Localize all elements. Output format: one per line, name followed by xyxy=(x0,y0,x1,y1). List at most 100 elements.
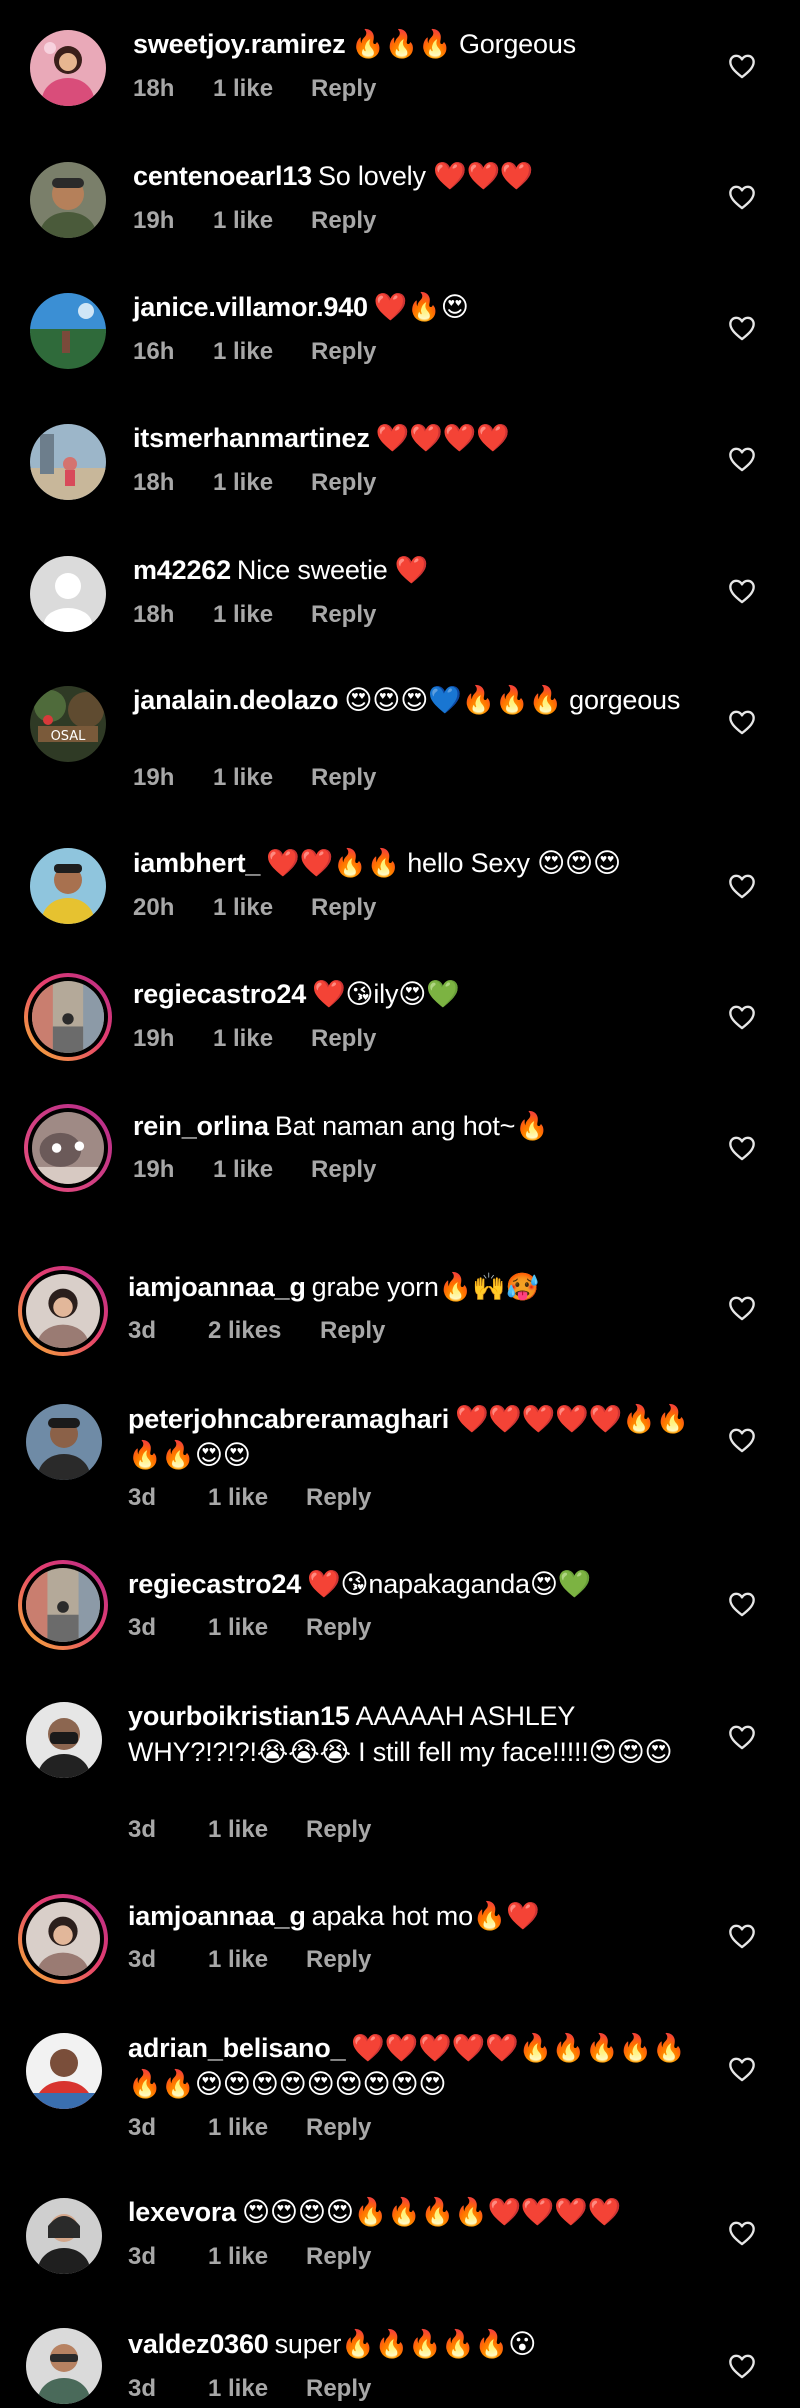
like-heart-icon[interactable] xyxy=(728,2353,756,2379)
like-heart-icon[interactable] xyxy=(728,315,756,341)
like-heart-icon[interactable] xyxy=(728,709,756,735)
comment-username[interactable]: itsmerhanmartinez xyxy=(133,423,370,453)
comment-username[interactable]: janice.villamor.940 xyxy=(133,292,368,322)
like-heart-icon[interactable] xyxy=(728,2220,756,2246)
comment-text: janalain.deolazo 😍😍😍💙🔥🔥🔥 gorgeous xyxy=(133,682,700,718)
reply-button[interactable]: Reply xyxy=(306,1613,371,1643)
reply-button[interactable]: Reply xyxy=(306,2113,371,2143)
comment-likes[interactable]: 1 like xyxy=(213,206,311,236)
reply-button[interactable]: Reply xyxy=(311,1024,376,1054)
avatar[interactable] xyxy=(26,1702,102,1778)
comment-likes[interactable]: 1 like xyxy=(213,1024,311,1054)
like-heart-icon[interactable] xyxy=(728,1135,756,1161)
avatar[interactable] xyxy=(30,30,106,106)
avatar[interactable] xyxy=(30,162,106,238)
avatar[interactable]: OSAL xyxy=(30,686,106,762)
comment-username[interactable]: lexevora xyxy=(128,2197,236,2227)
comment-username[interactable]: regiecastro24 xyxy=(128,1569,301,1599)
avatar[interactable] xyxy=(18,1894,108,1984)
comment-username[interactable]: adrian_belisano_ xyxy=(128,2033,346,2063)
comment-username[interactable]: m42262 xyxy=(133,555,231,585)
comment-likes[interactable]: 1 like xyxy=(213,468,311,498)
comment-username[interactable]: regiecastro24 xyxy=(133,979,306,1009)
like-heart-icon[interactable] xyxy=(728,1724,756,1750)
avatar[interactable] xyxy=(26,2198,102,2274)
avatar[interactable] xyxy=(30,556,106,632)
like-heart-icon[interactable] xyxy=(728,184,756,210)
reply-button[interactable]: Reply xyxy=(311,1155,376,1185)
reply-button[interactable]: Reply xyxy=(311,763,376,793)
comment-text: lexevora 😍😍😍😍🔥🔥🔥🔥❤️❤️❤️❤️ xyxy=(128,2194,700,2230)
comment-text: centenoearl13 So lovely ❤️❤️❤️ xyxy=(133,158,700,194)
comment-likes[interactable]: 1 like xyxy=(213,893,311,923)
like-heart-icon[interactable] xyxy=(728,873,756,899)
comment-meta: 16h 1 like Reply xyxy=(133,337,376,367)
reply-button[interactable]: Reply xyxy=(306,2374,371,2404)
reply-button[interactable]: Reply xyxy=(311,468,376,498)
comment-body: grabe yorn🔥🙌🥵 xyxy=(311,1272,540,1302)
like-heart-icon[interactable] xyxy=(728,1923,756,1949)
reply-button[interactable]: Reply xyxy=(320,1316,385,1346)
like-heart-icon[interactable] xyxy=(728,446,756,472)
avatar[interactable] xyxy=(26,2328,102,2404)
like-heart-icon[interactable] xyxy=(728,1295,756,1321)
comment-meta: 19h 1 like Reply xyxy=(133,763,376,793)
avatar[interactable] xyxy=(18,1266,108,1356)
comment-likes[interactable]: 1 like xyxy=(213,763,311,793)
like-heart-icon[interactable] xyxy=(728,2056,756,2082)
comment-username[interactable]: rein_orlina xyxy=(133,1111,269,1141)
like-heart-icon[interactable] xyxy=(728,1427,756,1453)
comment-username[interactable]: iamjoannaa_g xyxy=(128,1272,306,1302)
like-heart-icon[interactable] xyxy=(728,1004,756,1030)
comment-username[interactable]: valdez0360 xyxy=(128,2329,269,2359)
reply-button[interactable]: Reply xyxy=(311,74,376,104)
avatar[interactable] xyxy=(24,973,112,1061)
comment-meta: 18h 1 like Reply xyxy=(133,74,376,104)
reply-button[interactable]: Reply xyxy=(311,337,376,367)
like-heart-icon[interactable] xyxy=(728,1591,756,1617)
avatar[interactable] xyxy=(30,424,106,500)
comment-meta: 19h 1 like Reply xyxy=(133,1155,376,1185)
comment-username[interactable]: peterjohncabreramaghari xyxy=(128,1404,449,1434)
comment-text: regiecastro24 ❤️😘napakaganda😍💚 xyxy=(128,1566,700,1602)
comment-likes[interactable]: 1 like xyxy=(208,2113,306,2143)
comment-text: itsmerhanmartinez ❤️❤️❤️❤️ xyxy=(133,420,700,456)
avatar[interactable] xyxy=(30,848,106,924)
comment-body: ❤️😘ily😍💚 xyxy=(312,979,460,1009)
comment-username[interactable]: yourboikristian15 xyxy=(128,1701,350,1731)
comment-likes[interactable]: 1 like xyxy=(213,1155,311,1185)
comment-body: So lovely ❤️❤️❤️ xyxy=(318,161,534,191)
comment-likes[interactable]: 1 like xyxy=(208,1483,306,1513)
like-heart-icon[interactable] xyxy=(728,578,756,604)
reply-button[interactable]: Reply xyxy=(306,1815,371,1845)
comment-likes[interactable]: 1 like xyxy=(208,2242,306,2272)
reply-button[interactable]: Reply xyxy=(306,1483,371,1513)
reply-button[interactable]: Reply xyxy=(311,600,376,630)
reply-button[interactable]: Reply xyxy=(311,206,376,236)
comment-likes[interactable]: 1 like xyxy=(208,1613,306,1643)
comment-username[interactable]: centenoearl13 xyxy=(133,161,312,191)
avatar[interactable] xyxy=(30,293,106,369)
comment-likes[interactable]: 1 like xyxy=(213,74,311,104)
comment-time: 3d xyxy=(128,2375,157,2402)
comment-likes[interactable]: 1 like xyxy=(208,2374,306,2404)
reply-button[interactable]: Reply xyxy=(311,893,376,923)
comment-likes[interactable]: 1 like xyxy=(213,600,311,630)
comment-likes[interactable]: 2 likes xyxy=(208,1316,320,1346)
comment-likes[interactable]: 1 like xyxy=(208,1945,306,1975)
comment-likes[interactable]: 1 like xyxy=(213,337,311,367)
reply-button[interactable]: Reply xyxy=(306,2242,371,2272)
avatar[interactable] xyxy=(26,1404,102,1480)
reply-button[interactable]: Reply xyxy=(306,1945,371,1975)
comment-username[interactable]: iambhert_ xyxy=(133,848,260,878)
comment-username[interactable]: janalain.deolazo xyxy=(133,685,339,715)
like-heart-icon[interactable] xyxy=(728,53,756,79)
avatar[interactable] xyxy=(18,1560,108,1650)
comment-time: 3d xyxy=(128,1317,157,1344)
comment-likes[interactable]: 1 like xyxy=(208,1815,306,1845)
avatar[interactable] xyxy=(26,2033,102,2109)
comment-meta: 3d 2 likes Reply xyxy=(128,1316,385,1346)
comment-username[interactable]: sweetjoy.ramirez xyxy=(133,29,346,59)
comment-username[interactable]: iamjoannaa_g xyxy=(128,1901,306,1931)
avatar[interactable] xyxy=(24,1104,112,1192)
